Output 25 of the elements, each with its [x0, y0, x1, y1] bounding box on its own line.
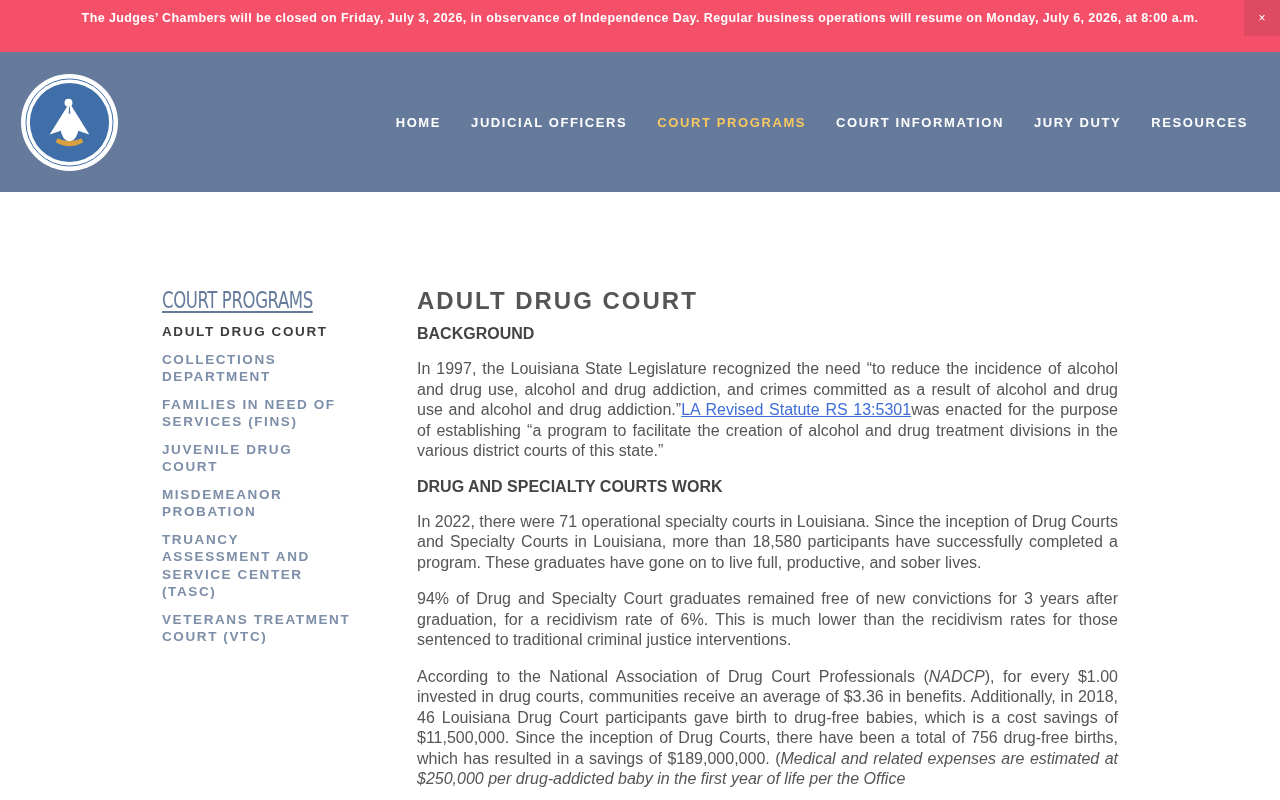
statute-link[interactable]: LA Revised Statute RS 13:5301: [681, 401, 912, 418]
section-heading: BACKGROUND: [417, 325, 536, 343]
close-button[interactable]: ×: [1244, 0, 1280, 36]
nav-link[interactable]: JUDICIAL OFFICERS: [471, 114, 628, 130]
sidebar-link[interactable]: ADULT DRUG COURT: [162, 323, 352, 341]
paragraph: In 1997, the Louisiana State Legislature recognized the need “to reduce the incidence of alcohol and drug use, alcohol and drug addiction, and crimes committed as a result of alcohol and drug use and alcohol and drug addiction.”LA Revised Statute RS 13:5301was enacted for the purpose of establishing “a program to facilitate the creation of alcohol and drug treatment divisions in the various district courts of this state.”: [417, 359, 1118, 461]
paragraph: According to the National Association of Drug Court Professionals (NADCP), for every $1.00 invested in drug courts, communities receive an average of $3.36 in benefits. Additionally, in 2018, 46 Louisiana Drug Court participants gave birth to drug-free babies, which is a cost savings of $11,500,000. Since the inception of Drug Courts, there have been a total of 756 drug-free births, which has resulted in a savings of $189,000,000. (Medical and related expenses are estimated at $250,000 per drug-addicted baby in the first year of life per the Office: [417, 666, 1118, 789]
sidebar-link[interactable]: JUVENILE DRUG COURT: [162, 440, 352, 476]
paragraph: In 2022, there were 71 operational specialty courts in Louisiana. Since the inception of Drug Courts and Specialty Courts in Louisiana, more than 18,580 participants have successfully completed a program. These graduates have gone on to live full, productive, and sober lives.: [417, 511, 1118, 573]
section-heading: DRUG AND SPECIALTY COURTS WORK: [417, 477, 724, 496]
announcement-text: The Judges’ Chambers will be closed on Friday, July 3, 2026, in observance of Independence Day. Regular business operations will resume on Monday, July 6, 2026, at 8:00 a.m.: [80, 10, 1200, 26]
nav-link[interactable]: HOME: [395, 114, 442, 130]
nav-link[interactable]: COURT INFORMATION: [836, 114, 1004, 130]
sidebar-link[interactable]: MISDEMEANOR PROBATION: [162, 485, 352, 521]
sidebar-link[interactable]: VETERANS TREATMENT COURT (VTC): [162, 610, 352, 646]
sidebar-title[interactable]: COURT PROGRAMS: [162, 287, 313, 313]
sidebar-link[interactable]: FAMILIES IN NEED OF SERVICES (FINS): [162, 395, 352, 431]
seal-logo[interactable]: [20, 72, 119, 172]
paragraph: 94% of Drug and Specialty Court graduates remained free of new convictions for 3 years after graduation, for a recidivism rate of 6%. This is much lower than the recidivism rates for those sentenced to traditional criminal justice interventions.: [417, 589, 1118, 650]
nav-link[interactable]: COURT PROGRAMS: [657, 114, 807, 130]
page-title: ADULT DRUG COURT: [417, 287, 699, 315]
nav-link[interactable]: JURY DUTY: [1033, 114, 1122, 130]
nav-link[interactable]: RESOURCES: [1151, 114, 1248, 130]
sidebar-link[interactable]: COLLECTIONS DEPARTMENT: [162, 350, 352, 386]
sidebar-link[interactable]: TRUANCY ASSESSMENT AND SERVICE CENTER (TASC): [162, 530, 352, 601]
